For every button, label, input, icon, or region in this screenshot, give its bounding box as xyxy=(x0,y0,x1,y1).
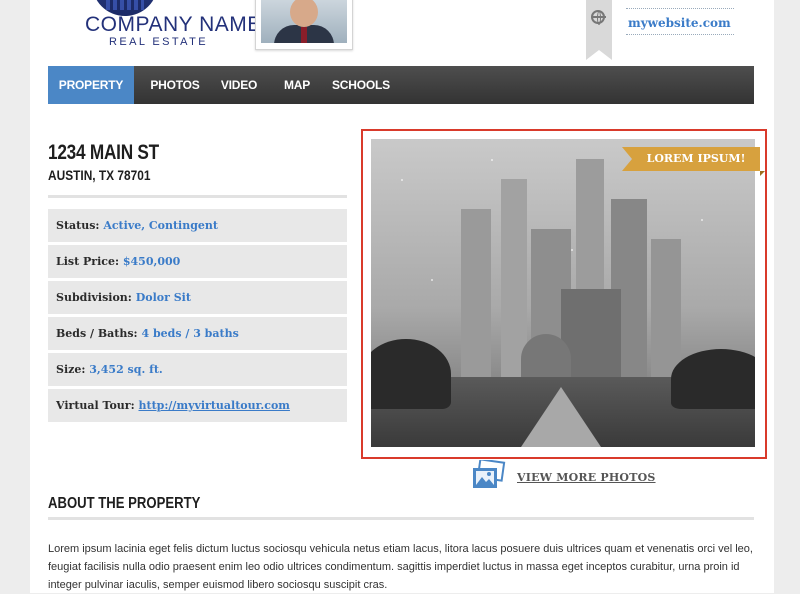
tab-video[interactable]: VIDEO xyxy=(216,66,262,104)
website-link[interactable]: mywebsite.com xyxy=(628,16,731,30)
contact-ribbon xyxy=(586,0,612,60)
tab-map[interactable]: MAP xyxy=(276,66,318,104)
detail-list-price: List Price: $450,000 xyxy=(48,245,347,278)
detail-label: Virtual Tour: xyxy=(56,399,135,412)
tab-property-info[interactable]: PROPERTY INFO xyxy=(48,66,134,130)
virtual-tour-link[interactable]: http://myvirtualtour.com xyxy=(139,399,290,412)
about-text: Lorem ipsum lacinia eget felis dictum lu… xyxy=(48,543,753,591)
detail-label: Status: xyxy=(56,219,100,232)
main-nav: PROPERTY INFO PHOTOS VIDEO MAP SCHOOLS xyxy=(48,66,754,130)
view-more-photos-link[interactable]: VIEW MORE PHOTOS xyxy=(517,471,656,484)
detail-subdivision: Subdivision: Dolor Sit xyxy=(48,281,347,314)
detail-label: Subdivision: xyxy=(56,291,132,304)
divider xyxy=(626,8,734,9)
property-address: 1234 MAIN ST xyxy=(48,141,159,164)
photo-banner: LOREM IPSUM! xyxy=(622,147,765,176)
agent-photo xyxy=(255,0,353,50)
divider xyxy=(48,517,754,520)
detail-status: Status: Active, Contingent xyxy=(48,209,347,242)
photo-gallery-icon[interactable] xyxy=(471,458,509,490)
detail-value: $450,000 xyxy=(122,255,181,268)
company-name: COMPANY NAME xyxy=(85,13,262,36)
divider xyxy=(626,34,734,35)
detail-label: Size: xyxy=(56,363,86,376)
company-subtitle: REAL ESTATE xyxy=(109,36,208,48)
detail-value: Active, Contingent xyxy=(103,219,218,232)
detail-beds-baths: Beds / Baths: 4 beds / 3 baths xyxy=(48,317,347,350)
detail-size: Size: 3,452 sq. ft. xyxy=(48,353,347,386)
divider xyxy=(48,195,347,198)
property-city: AUSTIN, TX 78701 xyxy=(48,167,151,183)
tab-schools[interactable]: SCHOOLS xyxy=(332,66,390,104)
detail-value: Dolor Sit xyxy=(135,291,191,304)
detail-value: 4 beds / 3 baths xyxy=(141,327,239,340)
tab-photos[interactable]: PHOTOS xyxy=(146,66,204,104)
detail-value: 3,452 sq. ft. xyxy=(89,363,163,376)
detail-virtual-tour: Virtual Tour: http://myvirtualtour.com xyxy=(48,389,347,422)
about-title: ABOUT THE PROPERTY xyxy=(48,495,201,512)
property-photo[interactable] xyxy=(371,139,755,447)
globe-icon xyxy=(591,10,606,25)
detail-label: Beds / Baths: xyxy=(56,327,138,340)
detail-label: List Price: xyxy=(56,255,120,268)
